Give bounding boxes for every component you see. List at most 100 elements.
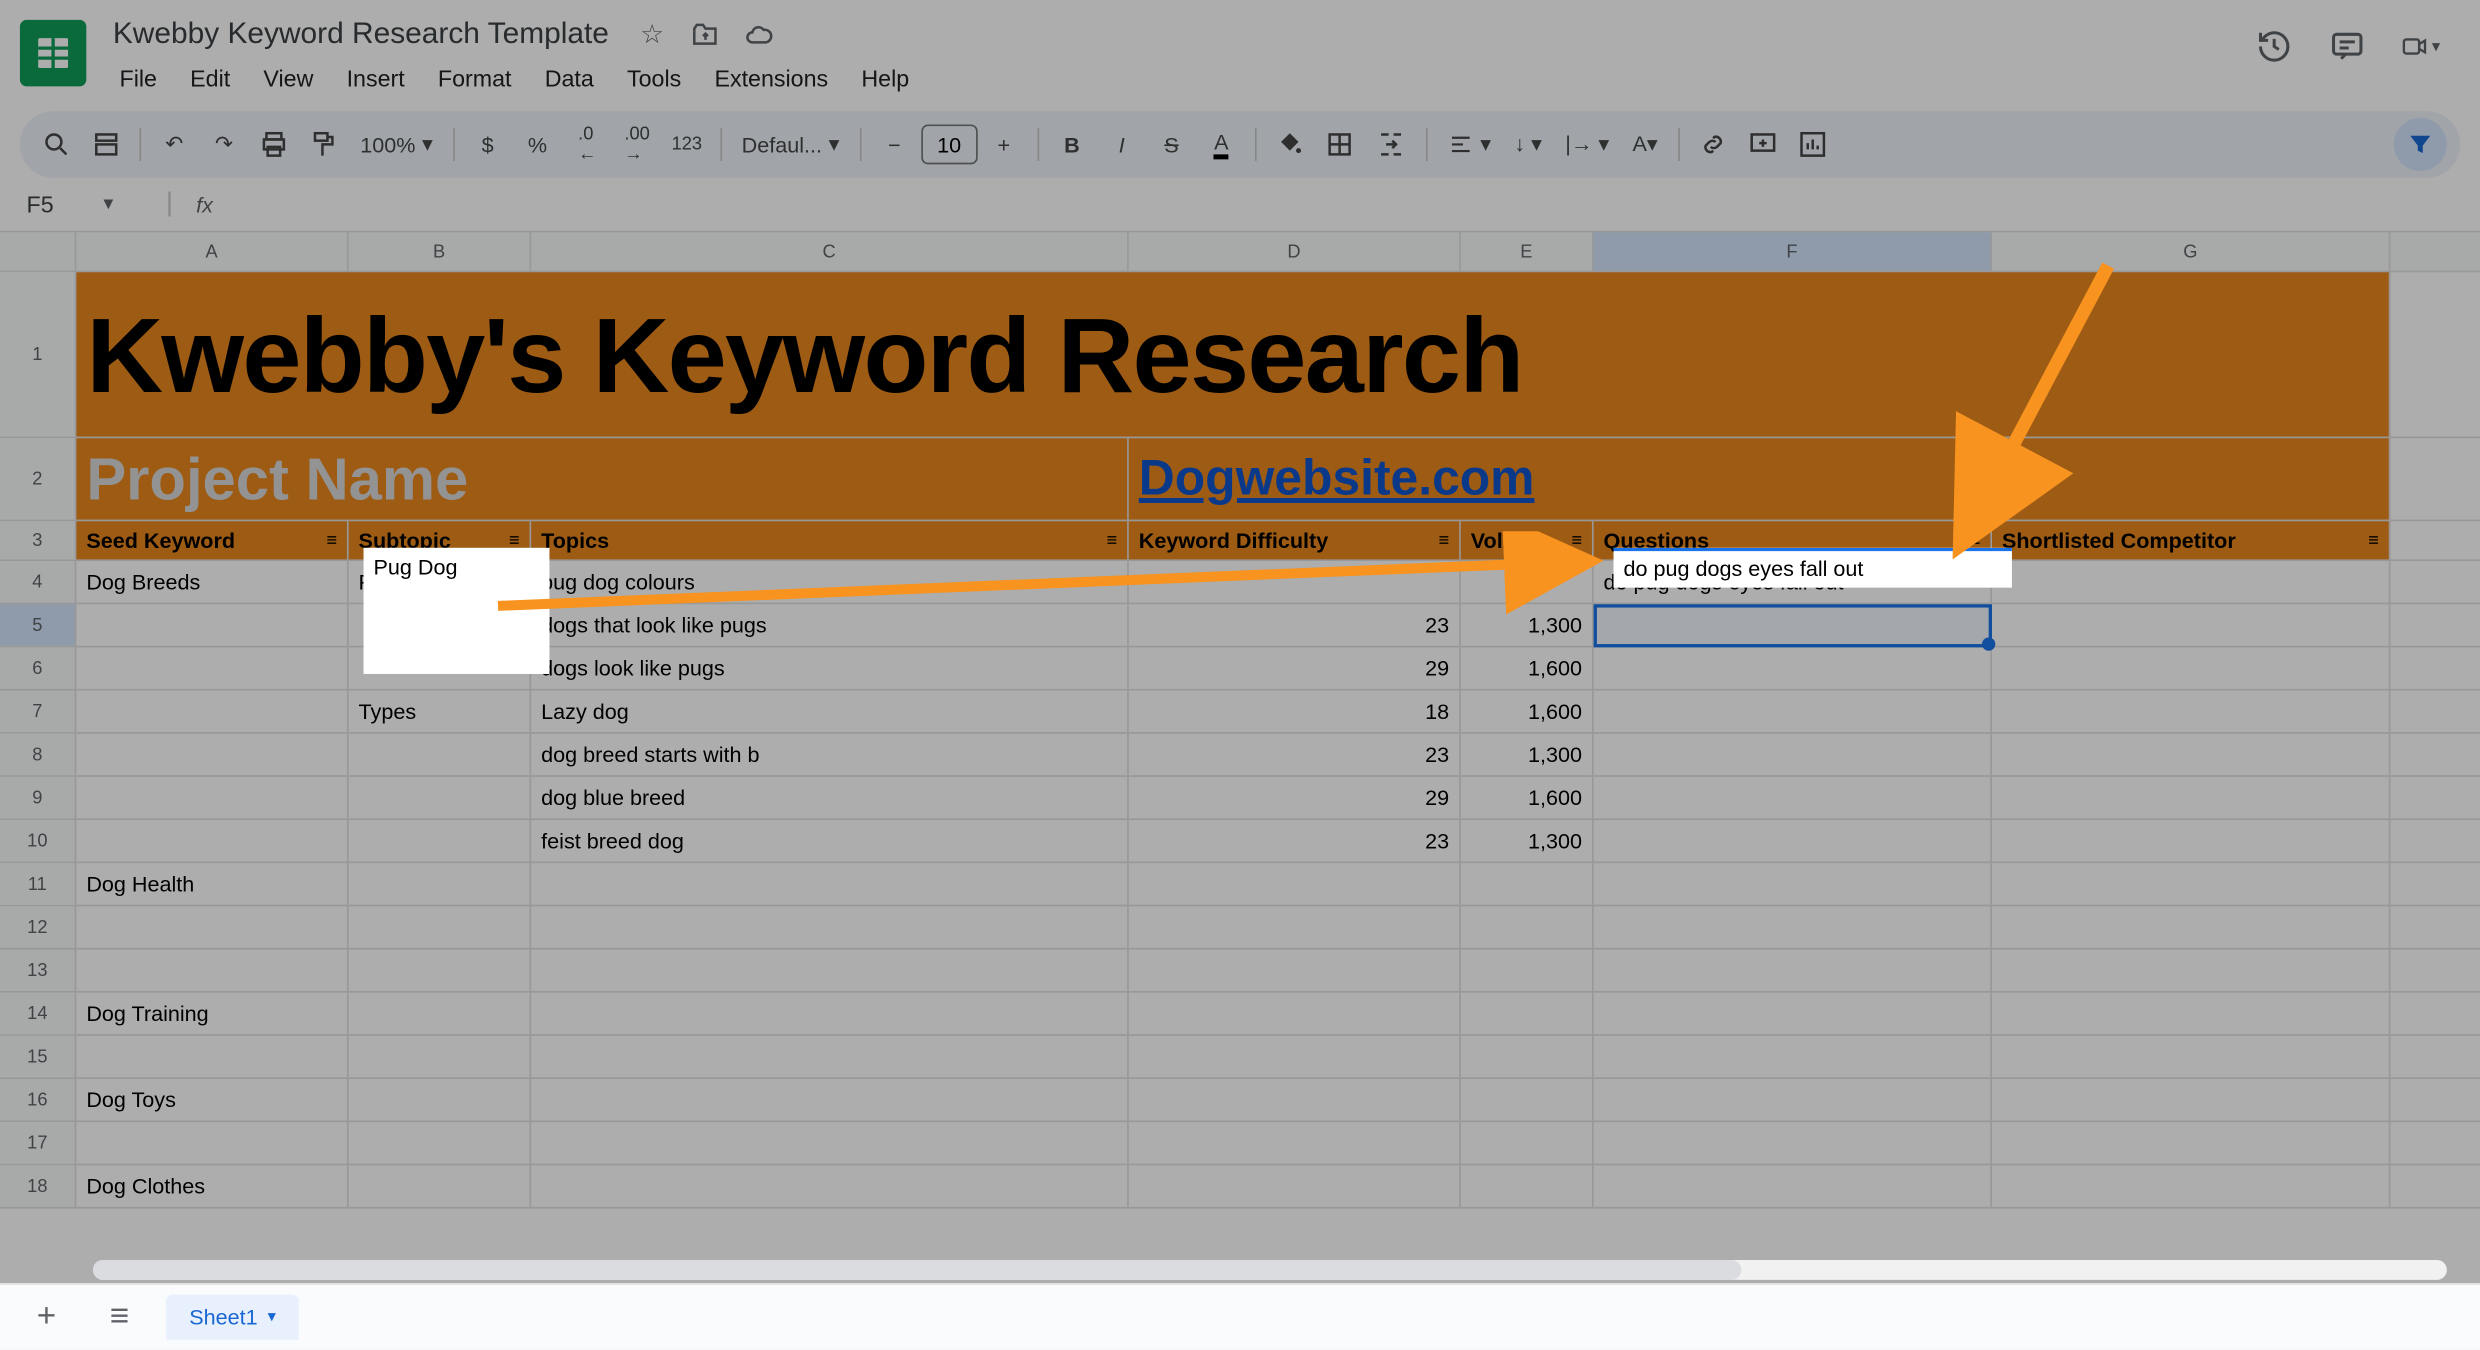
cell[interactable]: [76, 604, 348, 646]
insert-chart-icon[interactable]: [1789, 121, 1835, 167]
cell[interactable]: [76, 820, 348, 862]
cell[interactable]: [1594, 734, 1992, 776]
cell[interactable]: [349, 647, 532, 689]
add-sheet-icon[interactable]: +: [20, 1291, 73, 1344]
percent-icon[interactable]: %: [514, 121, 560, 167]
cell[interactable]: [1461, 1079, 1594, 1121]
row-header[interactable]: 5: [0, 604, 76, 646]
cell[interactable]: 1,600: [1461, 647, 1594, 689]
cell[interactable]: [1129, 561, 1461, 603]
cell[interactable]: [1461, 863, 1594, 905]
col-header[interactable]: A: [76, 232, 348, 270]
menus-icon[interactable]: [83, 121, 129, 167]
borders-icon[interactable]: [1316, 121, 1362, 167]
cell[interactable]: [1992, 691, 2390, 733]
header-cell[interactable]: Shortlisted Competitor≡: [1992, 521, 2390, 559]
cell[interactable]: [349, 993, 532, 1034]
menu-view[interactable]: View: [250, 58, 327, 98]
col-header[interactable]: B: [349, 232, 532, 270]
cell[interactable]: [1992, 906, 2390, 948]
cell[interactable]: 23: [1129, 820, 1461, 862]
cell[interactable]: [76, 734, 348, 776]
cell[interactable]: dog breed starts with b: [531, 734, 1129, 776]
filter-icon[interactable]: ≡: [1107, 530, 1118, 550]
cell[interactable]: [1992, 1079, 2390, 1121]
cell[interactable]: [1594, 1165, 1992, 1207]
cell[interactable]: [1129, 950, 1461, 992]
halign-icon[interactable]: ▾: [1437, 121, 1501, 167]
cell[interactable]: Dog Breeds: [76, 561, 348, 603]
cloud-icon[interactable]: [742, 17, 775, 50]
decrease-decimal-icon[interactable]: .0←: [564, 121, 610, 167]
bold-icon[interactable]: B: [1049, 121, 1095, 167]
cell[interactable]: [531, 950, 1129, 992]
cell[interactable]: [1594, 1122, 1992, 1164]
undo-icon[interactable]: ↶: [151, 121, 197, 167]
cell[interactable]: Pug Dog: [349, 561, 532, 603]
header-cell[interactable]: Volume≡: [1461, 521, 1594, 559]
cell[interactable]: [1594, 1079, 1992, 1121]
horizontal-scrollbar[interactable]: [93, 1260, 2447, 1280]
italic-icon[interactable]: I: [1098, 121, 1144, 167]
cell[interactable]: [1129, 993, 1461, 1034]
doc-title[interactable]: Kwebby Keyword Research Template: [106, 13, 615, 55]
col-header[interactable]: E: [1461, 232, 1594, 270]
row-header[interactable]: 8: [0, 734, 76, 776]
filter-icon[interactable]: ≡: [326, 530, 337, 550]
fill-color-icon[interactable]: [1266, 121, 1312, 167]
cell[interactable]: dogs look like pugs: [531, 647, 1129, 689]
cell[interactable]: [76, 1036, 348, 1078]
rotate-icon[interactable]: A▾: [1623, 121, 1668, 167]
cell[interactable]: [1461, 950, 1594, 992]
row-header[interactable]: 12: [0, 906, 76, 948]
cell[interactable]: [349, 777, 532, 819]
filter-icon[interactable]: ≡: [2368, 530, 2379, 550]
merge-icon[interactable]: [1366, 121, 1416, 167]
sheet-tab[interactable]: Sheet1▾: [166, 1295, 299, 1340]
cell[interactable]: Types: [349, 691, 532, 733]
col-header[interactable]: C: [531, 232, 1129, 270]
font-inc-icon[interactable]: +: [981, 121, 1027, 167]
row-header[interactable]: 3: [0, 521, 76, 559]
header-cell[interactable]: Seed Keyword≡: [76, 521, 348, 559]
cell[interactable]: 23: [1129, 604, 1461, 646]
cell[interactable]: Dog Toys: [76, 1079, 348, 1121]
project-link[interactable]: Dogwebsite.com: [1139, 451, 1535, 507]
cell[interactable]: [1594, 604, 1992, 646]
link-icon[interactable]: [1689, 121, 1735, 167]
menu-help[interactable]: Help: [848, 58, 922, 98]
row-header[interactable]: 6: [0, 647, 76, 689]
cell[interactable]: [1992, 950, 2390, 992]
cell[interactable]: [349, 820, 532, 862]
cell[interactable]: [1129, 863, 1461, 905]
cell[interactable]: 1,600: [1461, 777, 1594, 819]
cell[interactable]: [1129, 1079, 1461, 1121]
search-icon[interactable]: [33, 121, 79, 167]
cell[interactable]: [1992, 734, 2390, 776]
cell[interactable]: [1461, 993, 1594, 1034]
filter-icon[interactable]: [2394, 118, 2447, 171]
menu-file[interactable]: File: [106, 58, 170, 98]
cell[interactable]: [349, 1036, 532, 1078]
cell[interactable]: [1594, 993, 1992, 1034]
row-header[interactable]: 9: [0, 777, 76, 819]
header-cell[interactable]: Subtopic≡: [349, 521, 532, 559]
cell[interactable]: [1461, 1036, 1594, 1078]
row-header[interactable]: 4: [0, 561, 76, 603]
cell[interactable]: [1992, 604, 2390, 646]
menu-edit[interactable]: Edit: [177, 58, 244, 98]
move-icon[interactable]: [689, 17, 722, 50]
cell[interactable]: [76, 950, 348, 992]
cell[interactable]: [349, 1079, 532, 1121]
strike-icon[interactable]: S: [1148, 121, 1194, 167]
menu-format[interactable]: Format: [425, 58, 525, 98]
font-dropdown[interactable]: Defaul... ▾: [732, 121, 850, 167]
cell[interactable]: [349, 863, 532, 905]
cell[interactable]: 1,300: [1461, 820, 1594, 862]
cell[interactable]: 29: [1129, 777, 1461, 819]
cell[interactable]: [1992, 863, 2390, 905]
row-header[interactable]: 1: [0, 272, 76, 436]
cell[interactable]: [76, 691, 348, 733]
row-header[interactable]: 17: [0, 1122, 76, 1164]
cell[interactable]: [531, 863, 1129, 905]
